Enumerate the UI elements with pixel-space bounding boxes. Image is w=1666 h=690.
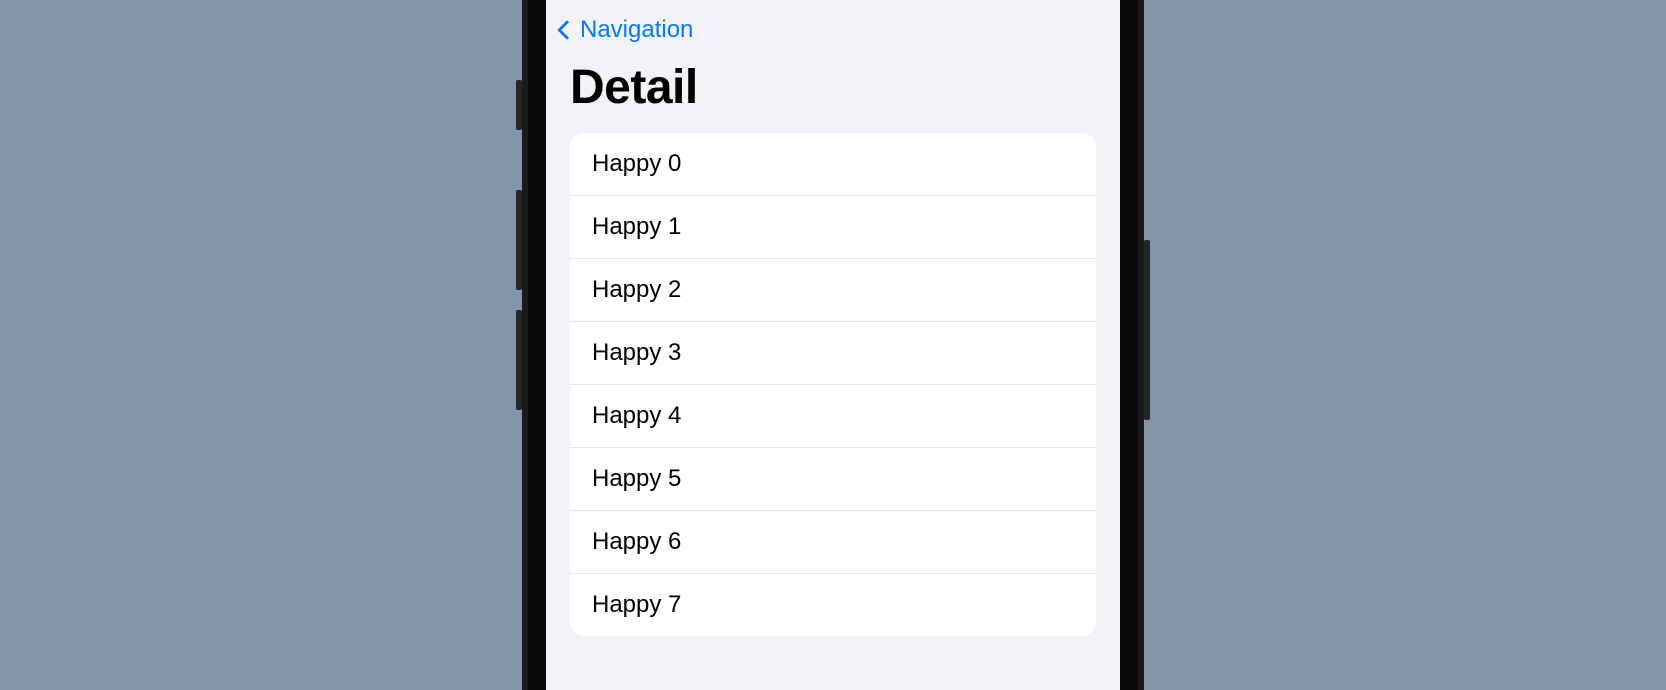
list-item-label: Happy 2 [592,276,681,303]
list-item-label: Happy 3 [592,339,681,366]
list-item[interactable]: Happy 7 [570,574,1096,636]
list-item[interactable]: Happy 1 [570,196,1096,259]
list-item[interactable]: Happy 0 [570,133,1096,196]
list-container: Happy 0 Happy 1 Happy 2 Happy 3 Happy 4 … [570,133,1096,636]
list-item[interactable]: Happy 3 [570,322,1096,385]
back-button-label: Navigation [580,16,693,44]
screen: Navigation Detail Happy 0 Happy 1 Happy … [546,0,1120,690]
device-volume-down-button [516,310,522,410]
list-item[interactable]: Happy 6 [570,511,1096,574]
list-item-label: Happy 7 [592,591,681,618]
list-item[interactable]: Happy 5 [570,448,1096,511]
list-item-label: Happy 4 [592,402,681,429]
list-item[interactable]: Happy 4 [570,385,1096,448]
device-side-button [516,80,522,130]
device-bezel-left [522,0,528,690]
list-item-label: Happy 6 [592,528,681,555]
back-button[interactable]: Navigation [560,16,693,44]
device-frame: Navigation Detail Happy 0 Happy 1 Happy … [528,0,1138,690]
page-title: Detail [546,52,1120,133]
device-volume-up-button [516,190,522,290]
list-item-label: Happy 1 [592,213,681,240]
list-item[interactable]: Happy 2 [570,259,1096,322]
list-item-label: Happy 5 [592,465,681,492]
list-item-label: Happy 0 [592,150,681,177]
chevron-left-icon [557,20,577,40]
device-power-button [1144,240,1150,420]
navigation-bar: Navigation [546,0,1120,52]
